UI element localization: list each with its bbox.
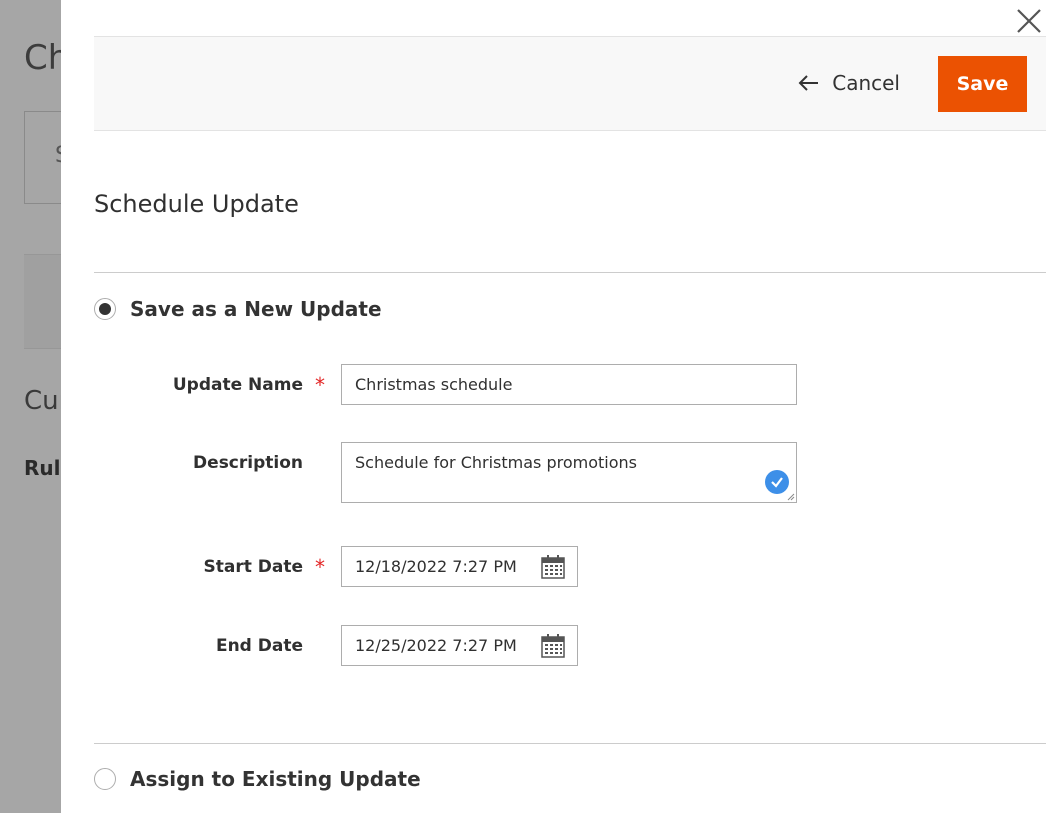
radio-button-selected[interactable] [94,298,116,320]
modal-action-bar: Cancel Save [94,36,1046,131]
divider [94,743,1046,744]
description-textarea[interactable]: Schedule for Christmas promotions [341,442,797,503]
description-label: Description [193,453,303,473]
radio-new-update-label: Save as a New Update [130,297,382,321]
radio-existing-update-label: Assign to Existing Update [130,767,421,791]
radio-button-unselected[interactable] [94,768,116,790]
end-date-value: 12/25/2022 7:27 PM [355,636,517,655]
cancel-button[interactable]: Cancel [798,71,900,95]
close-icon [1017,9,1041,33]
update-name-value: Christmas schedule [355,375,513,394]
divider [94,272,1046,273]
start-date-label: Start Date [203,557,303,577]
end-date-input[interactable]: 12/25/2022 7:27 PM [341,625,578,666]
close-button[interactable] [1014,6,1044,36]
calendar-icon[interactable] [540,554,566,580]
start-date-input[interactable]: 12/18/2022 7:27 PM [341,546,578,587]
description-value: Schedule for Christmas promotions [355,453,637,472]
radio-existing-update[interactable]: Assign to Existing Update [94,767,421,791]
update-name-label: Update Name [172,375,303,395]
update-name-input[interactable]: Christmas schedule [341,364,797,405]
cancel-label: Cancel [832,71,900,95]
start-date-value: 12/18/2022 7:27 PM [355,557,517,576]
check-circle-icon [765,470,789,494]
radio-new-update[interactable]: Save as a New Update [94,297,382,321]
required-mark: * [315,555,325,579]
required-mark: * [315,373,325,397]
calendar-icon[interactable] [540,633,566,659]
schedule-update-modal: Cancel Save Schedule Update Save as a Ne… [61,0,1052,813]
end-date-label: End Date [215,636,303,656]
section-title: Schedule Update [94,190,299,218]
resize-handle-icon[interactable] [786,492,795,501]
arrow-left-icon [798,74,820,92]
save-button[interactable]: Save [938,56,1027,112]
